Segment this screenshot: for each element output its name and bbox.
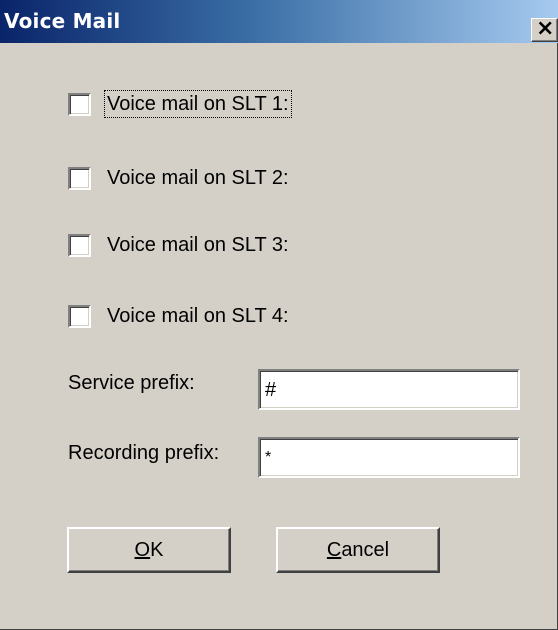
- close-button[interactable]: ×: [531, 16, 558, 42]
- ok-button-mnemonic: O: [134, 539, 151, 561]
- cancel-button-label-rest: ancel: [341, 539, 390, 561]
- checkbox-slt-1-label[interactable]: Voice mail on SLT 1:: [104, 90, 292, 118]
- service-prefix-label: Service prefix:: [68, 372, 195, 394]
- title-bar[interactable]: Voice Mail ×: [0, 0, 558, 43]
- checkbox-slt-1[interactable]: Voice mail on SLT 1:: [68, 89, 292, 119]
- checkbox-slt-3-box[interactable]: [68, 233, 91, 257]
- recording-prefix-label: Recording prefix:: [68, 442, 220, 464]
- close-icon: ×: [536, 16, 555, 41]
- checkbox-slt-2-box[interactable]: [68, 166, 91, 190]
- checkbox-slt-3[interactable]: Voice mail on SLT 3:: [68, 230, 292, 260]
- checkbox-slt-4[interactable]: Voice mail on SLT 4:: [68, 301, 292, 331]
- cancel-button-mnemonic: C: [326, 539, 342, 561]
- service-prefix-input[interactable]: #: [258, 369, 520, 410]
- checkbox-slt-4-box[interactable]: [68, 304, 91, 328]
- checkbox-slt-2-label[interactable]: Voice mail on SLT 2:: [104, 164, 292, 192]
- checkbox-slt-3-label[interactable]: Voice mail on SLT 3:: [104, 231, 292, 259]
- cancel-button[interactable]: Cancel: [276, 527, 440, 573]
- window-title: Voice Mail: [4, 9, 121, 33]
- checkbox-slt-2[interactable]: Voice mail on SLT 2:: [68, 163, 292, 193]
- voice-mail-dialog: Voice Mail × Voice mail on SLT 1: Voice …: [0, 0, 558, 630]
- checkbox-slt-4-label[interactable]: Voice mail on SLT 4:: [104, 302, 292, 330]
- recording-prefix-input[interactable]: *: [258, 437, 520, 478]
- checkbox-slt-1-box[interactable]: [68, 92, 91, 116]
- ok-button[interactable]: OK: [67, 527, 231, 573]
- ok-button-label-rest: K: [150, 539, 164, 561]
